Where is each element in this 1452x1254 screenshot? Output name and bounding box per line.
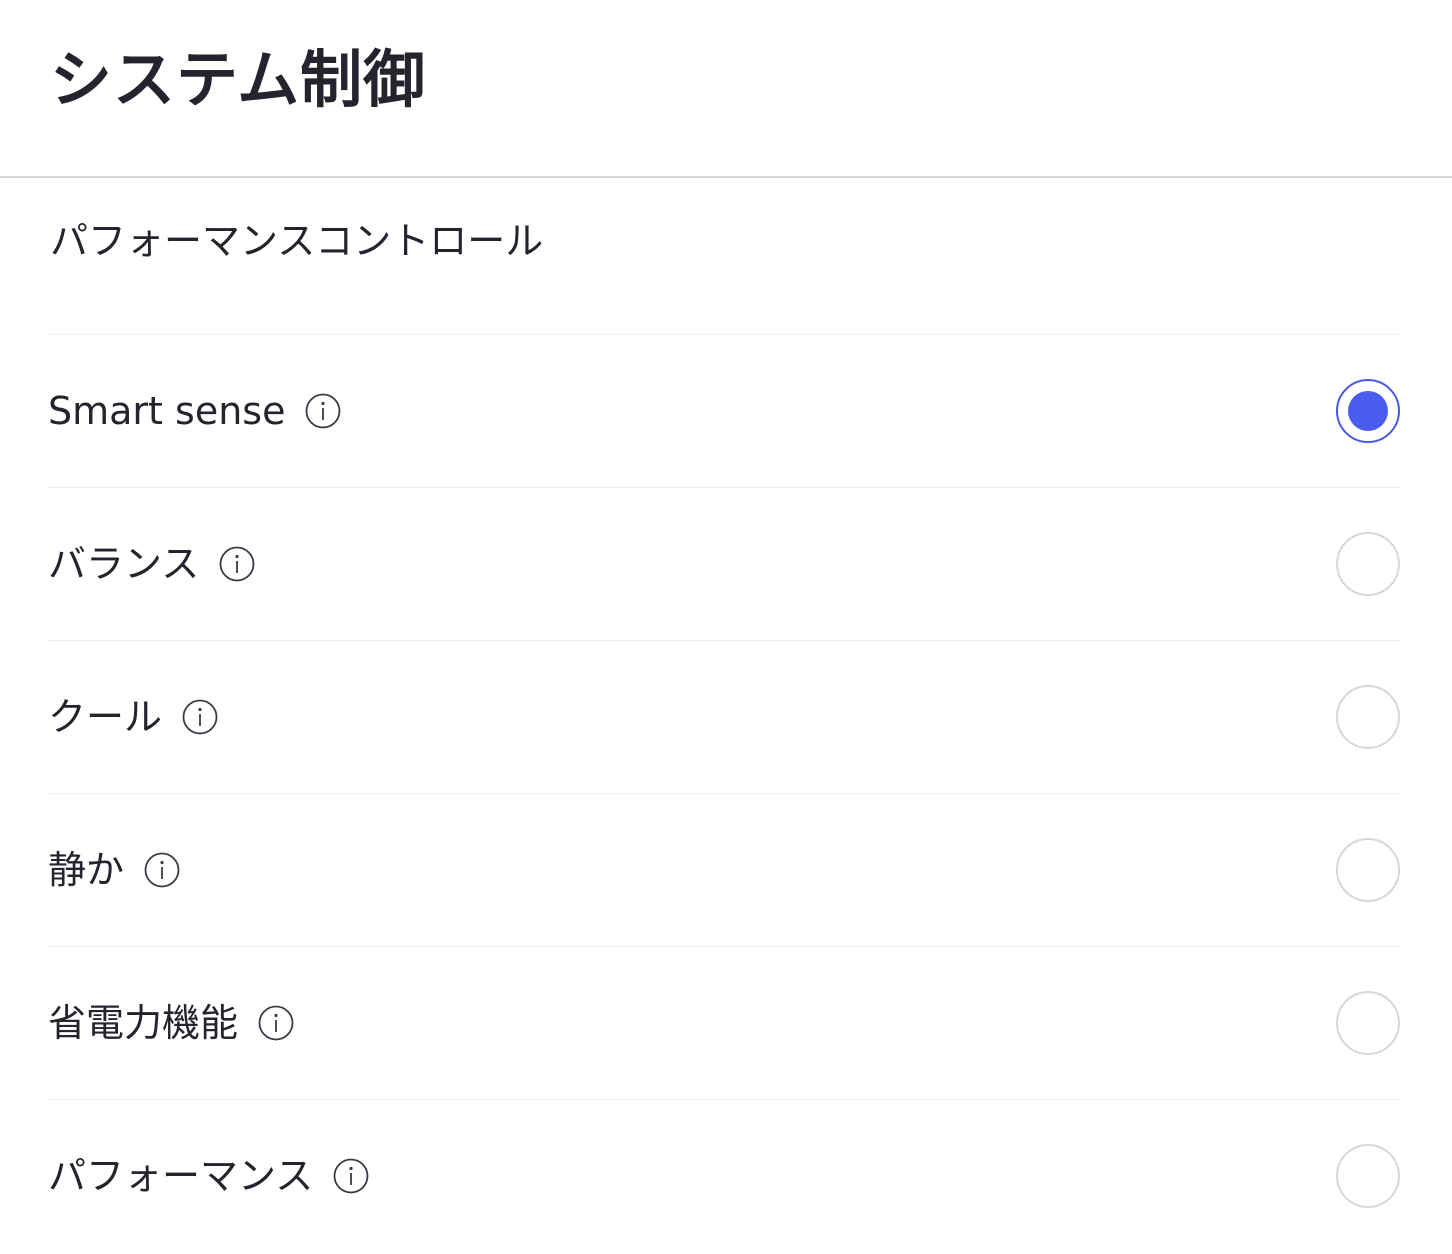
radio-button[interactable]	[1336, 532, 1400, 596]
option-label: Smart sense	[48, 389, 286, 433]
option-label-wrap: バランス	[48, 488, 255, 640]
option-label: パフォーマンス	[48, 1154, 314, 1198]
option-row-balance[interactable]: バランス	[48, 487, 1400, 640]
option-label: バランス	[48, 542, 200, 586]
option-label-wrap: クール	[48, 641, 218, 793]
info-icon[interactable]	[258, 1005, 294, 1041]
option-label: 静か	[48, 848, 125, 892]
option-label-wrap: パフォーマンス	[48, 1100, 369, 1252]
section-title: パフォーマンスコントロール	[50, 219, 544, 263]
option-label-wrap: 静か	[48, 794, 180, 946]
performance-mode-list: Smart sense バランス クール 静か 省電力機能 パフォーマンス	[48, 334, 1400, 1254]
option-label-wrap: Smart sense	[48, 335, 341, 487]
option-row-power-saver[interactable]: 省電力機能	[48, 946, 1400, 1099]
radio-selected-dot	[1348, 391, 1388, 431]
option-label-wrap: 省電力機能	[48, 947, 294, 1099]
info-icon[interactable]	[182, 699, 218, 735]
option-label: 省電力機能	[48, 1001, 239, 1045]
info-icon[interactable]	[333, 1158, 369, 1194]
option-row-cool[interactable]: クール	[48, 640, 1400, 793]
radio-button[interactable]	[1336, 991, 1400, 1055]
radio-button[interactable]	[1336, 379, 1400, 443]
option-label: クール	[48, 695, 163, 739]
info-icon[interactable]	[144, 852, 180, 888]
page-title: システム制御	[50, 43, 427, 116]
header: システム制御	[0, 0, 1452, 178]
radio-button[interactable]	[1336, 838, 1400, 902]
info-icon[interactable]	[219, 546, 255, 582]
option-row-quiet[interactable]: 静か	[48, 793, 1400, 946]
option-row-performance[interactable]: パフォーマンス	[48, 1099, 1400, 1254]
radio-button[interactable]	[1336, 1144, 1400, 1208]
info-icon[interactable]	[305, 393, 341, 429]
option-row-smart-sense[interactable]: Smart sense	[48, 334, 1400, 487]
radio-button[interactable]	[1336, 685, 1400, 749]
